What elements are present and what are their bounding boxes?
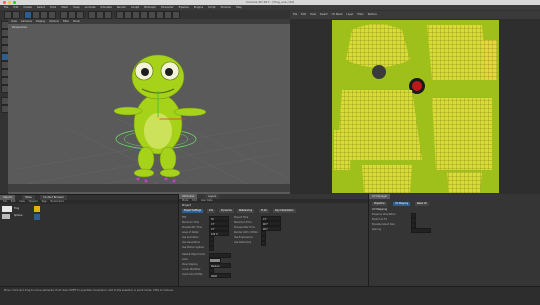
subtab-project-settings[interactable]: Project Settings — [182, 209, 204, 213]
uv-canvas[interactable] — [332, 20, 499, 193]
field-label: Equalize Island Size — [372, 223, 395, 226]
object-name[interactable]: Frog — [14, 207, 19, 210]
obj-menu-item[interactable]: Edit — [11, 200, 16, 203]
uv-editor-menu: File Edit View Select UV Mesh Layer Filt… — [290, 11, 540, 19]
field-label: Stretch to Fit — [372, 218, 387, 221]
obj-menu-item[interactable]: File — [3, 200, 7, 203]
tab-uv-manager[interactable]: UV Manager — [369, 194, 391, 199]
move-icon[interactable] — [32, 11, 40, 19]
field-label: Preview Min Time — [182, 226, 203, 229]
field-label: View Clipping — [182, 263, 198, 266]
perspective-viewport[interactable]: View Cameras Display Options Filter Pane… — [8, 19, 290, 194]
subtab-info[interactable]: Info — [207, 209, 216, 213]
uvw-tag-icon[interactable] — [34, 214, 40, 220]
y-axis-icon[interactable] — [68, 11, 76, 19]
subtab-dynamics[interactable]: Dynamics — [219, 209, 234, 213]
attribute-manager: Attributes Layers Mode Edit User Data Pr… — [178, 194, 369, 286]
render-picture-viewer-icon[interactable] — [96, 11, 104, 19]
use-motion-system-checkbox[interactable] — [209, 246, 214, 251]
x-axis-icon[interactable] — [60, 11, 68, 19]
attr-menu-item[interactable]: User Data — [201, 199, 213, 202]
uv-shells — [332, 20, 499, 193]
obj-menu-item[interactable]: Objects — [29, 200, 38, 203]
attr-menu-item[interactable]: Mode — [182, 199, 189, 202]
material-tag-icon[interactable] — [34, 206, 40, 212]
object-manager-menu: File Edit View Objects Tags Bookmarks — [0, 200, 178, 204]
uv-menu-item[interactable]: View — [310, 11, 316, 19]
object-manager: Objects Takes Content Browser File Edit … — [0, 194, 178, 287]
field-label: Project Time — [234, 216, 249, 219]
render-view-icon[interactable] — [88, 11, 96, 19]
sphere-object-icon[interactable] — [2, 214, 10, 219]
field-label: Minimum Time — [182, 221, 199, 224]
object-name[interactable]: Sphere — [14, 214, 22, 217]
field-label: Render LOD in Editor — [234, 231, 259, 234]
subtab-referencing[interactable]: Referencing — [237, 209, 255, 213]
uv-menu-item[interactable]: Texture — [368, 11, 377, 19]
use-deformers-checkbox[interactable] — [261, 241, 266, 246]
attr-menu-item[interactable]: Edit — [192, 199, 197, 202]
render-settings-icon[interactable] — [104, 11, 112, 19]
status-text: Move: Click and drag to move elements. H… — [4, 289, 174, 292]
rotate-icon[interactable] — [48, 11, 56, 19]
cube-icon[interactable] — [116, 11, 124, 19]
bend-icon[interactable] — [148, 11, 156, 19]
uv-manager: UV Manager Projection UV Mapping Relax U… — [368, 194, 540, 286]
field-label: Color — [182, 258, 188, 261]
field-label: Spacing — [372, 228, 382, 231]
uv-menu-item[interactable]: UV Mesh — [332, 11, 343, 19]
subtab-projection[interactable]: Projection — [372, 202, 387, 206]
field-label: Preview Max Time — [234, 226, 255, 229]
field-label: Use Expressions — [234, 236, 253, 239]
subtab-key-interpolation[interactable]: Key Interpolation — [273, 209, 296, 213]
uv-menu-item[interactable]: File — [293, 11, 297, 19]
field-label: Use Animation — [182, 236, 199, 239]
undo-icon[interactable] — [4, 11, 12, 19]
field-label: Use Motion System — [182, 246, 205, 249]
subtab-todo[interactable]: To Do — [259, 209, 270, 213]
uv-menu-item[interactable]: Edit — [301, 11, 306, 19]
subtab-uv-mapping[interactable]: UV Mapping — [393, 202, 411, 206]
field-label: FPS — [182, 216, 187, 219]
input-color-profile-dropdown[interactable]: sRGB — [209, 273, 231, 278]
uv-menu-item[interactable]: Layer — [346, 11, 353, 19]
camera-icon[interactable] — [164, 11, 172, 19]
uv-mapping-title: UV Mapping — [372, 208, 388, 211]
attribute-manager-menu: Mode Edit User Data — [179, 199, 369, 203]
obj-menu-item[interactable]: View — [19, 200, 25, 203]
uv-menu-item[interactable]: Filter — [357, 11, 363, 19]
subtab-relax-uv[interactable]: Relax UV — [415, 202, 429, 206]
floor-icon[interactable] — [156, 11, 164, 19]
field-label: Level of Detail — [182, 231, 199, 234]
spacing-field[interactable] — [411, 228, 431, 233]
status-bar: Move: Click and drag to move elements. H… — [0, 286, 540, 305]
z-axis-icon[interactable] — [76, 11, 84, 19]
redo-icon[interactable] — [12, 11, 20, 19]
field-label: Default Object Color — [182, 253, 206, 256]
field-label: Maximum Time — [234, 221, 252, 224]
obj-menu-item[interactable]: Tags — [41, 200, 46, 203]
attributes-title: Project — [182, 204, 191, 207]
pen-icon[interactable] — [124, 11, 132, 19]
uv-editor: File Edit View Select UV Mesh Layer Filt… — [290, 11, 540, 198]
array-icon[interactable] — [140, 11, 148, 19]
obj-menu-item[interactable]: Bookmarks — [51, 200, 64, 203]
scale-icon[interactable] — [40, 11, 48, 19]
frog-model[interactable] — [8, 19, 290, 194]
field-label: Use Deformers — [234, 241, 252, 244]
field-label: Preserve Orientation — [372, 213, 396, 216]
field-label: Use Generators — [182, 241, 200, 244]
live-selection-icon[interactable] — [24, 11, 32, 19]
subdivision-icon[interactable] — [132, 11, 140, 19]
field-label: Input Color Profile — [182, 273, 203, 276]
field-label: Linear Workflow — [182, 268, 201, 271]
light-icon[interactable] — [172, 11, 180, 19]
polygon-object-icon[interactable] — [2, 206, 12, 212]
uv-menu-item[interactable]: Select — [320, 11, 328, 19]
timeline-slider[interactable] — [8, 184, 290, 192]
